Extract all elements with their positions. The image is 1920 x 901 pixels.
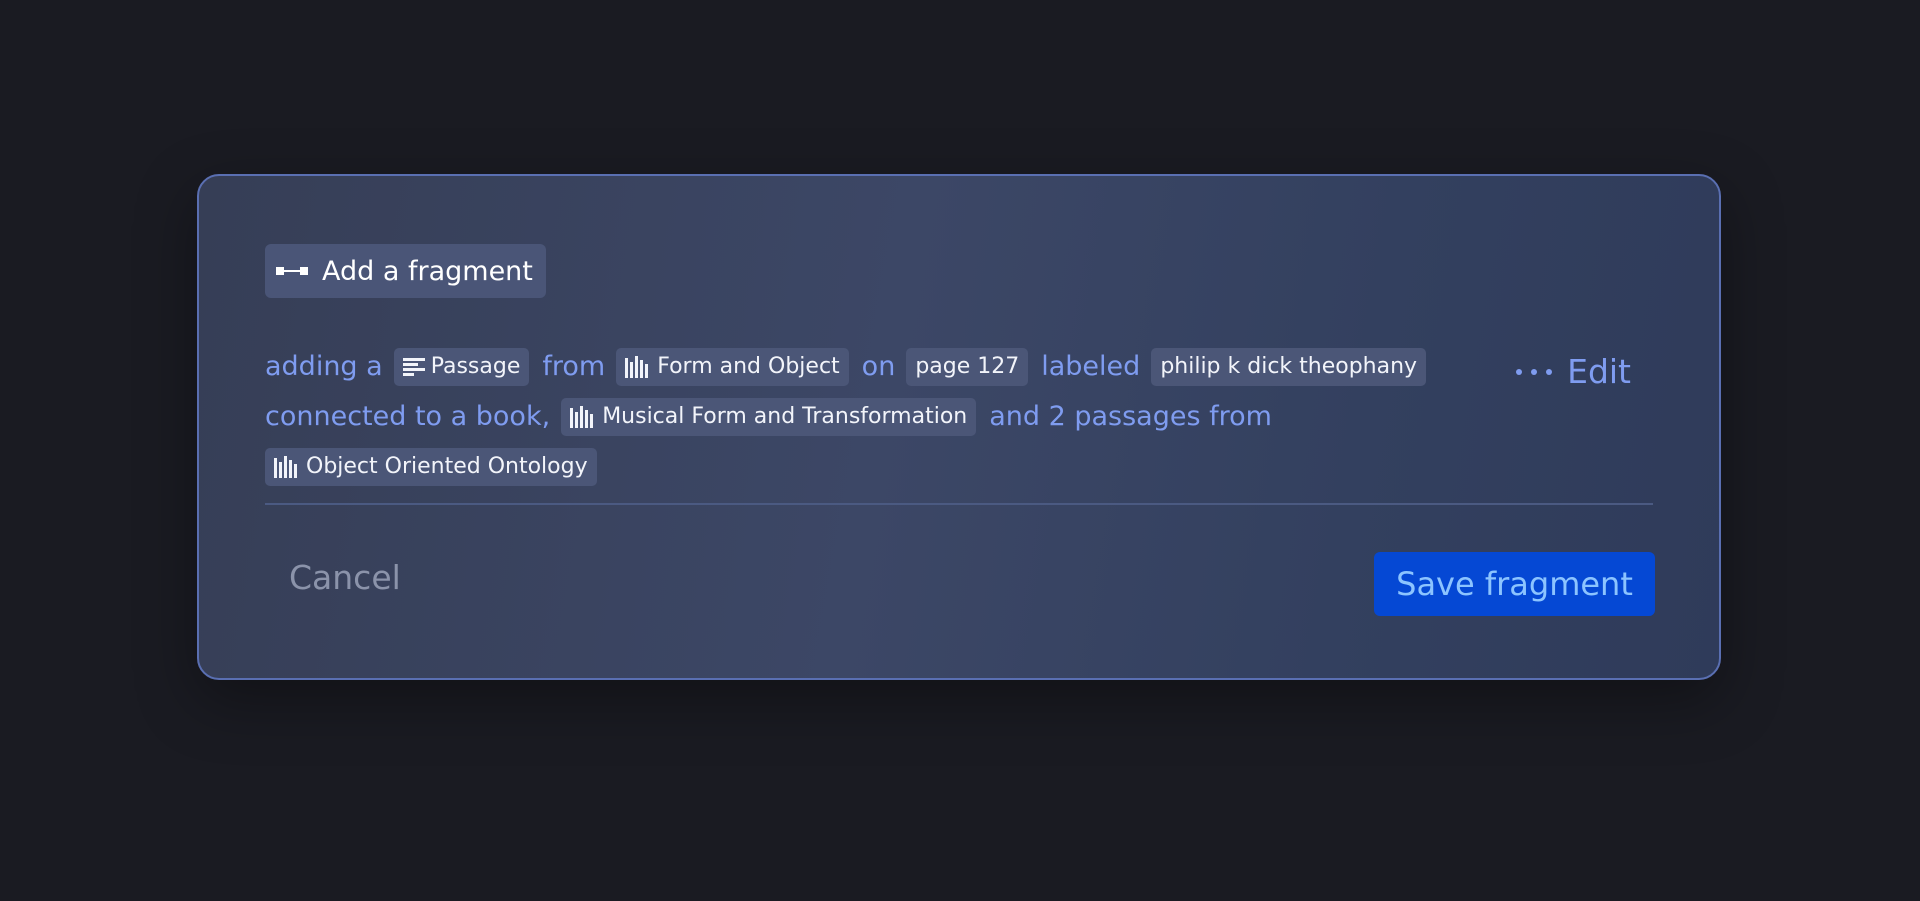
connector-word: connected to a book, [265, 401, 551, 432]
library-icon [570, 406, 596, 428]
chip-label: Musical Form and Transformation [602, 404, 968, 429]
chip-label: Form and Object [657, 354, 840, 379]
library-icon [274, 456, 300, 478]
chip-label: page 127 [915, 354, 1020, 379]
fragment-icon [276, 265, 308, 277]
source-chip-form-and-object[interactable]: Form and Object [616, 348, 849, 386]
add-fragment-dialog: Add a fragment adding a Passage from For… [197, 174, 1721, 680]
description-line-1: adding a Passage from Form and Object on… [265, 342, 1465, 392]
connector-word: adding a [265, 351, 383, 382]
fragment-description: adding a Passage from Form and Object on… [265, 342, 1465, 492]
page-chip[interactable]: page 127 [906, 348, 1029, 386]
connector-word: labeled [1041, 351, 1141, 382]
dialog-title: Add a fragment [265, 244, 546, 298]
description-line-3: Object Oriented Ontology [265, 442, 1465, 492]
divider [265, 503, 1653, 505]
chip-label: philip k dick theophany [1160, 354, 1418, 379]
book-chip-musical-form[interactable]: Musical Form and Transformation [561, 398, 977, 436]
type-chip-passage[interactable]: Passage [393, 348, 530, 386]
dialog-title-text: Add a fragment [322, 255, 533, 287]
edit-button[interactable]: Edit [1515, 352, 1631, 391]
label-chip[interactable]: philip k dick theophany [1151, 348, 1427, 386]
edit-label: Edit [1567, 352, 1631, 391]
more-dots-icon [1515, 368, 1553, 376]
passage-icon [402, 357, 425, 377]
chip-label: Object Oriented Ontology [306, 454, 588, 479]
library-icon [625, 356, 651, 378]
connector-word: from [542, 351, 606, 382]
save-fragment-button[interactable]: Save fragment [1374, 552, 1655, 616]
connector-word: and 2 passages from [989, 401, 1272, 432]
description-line-2: connected to a book, Musical Form and Tr… [265, 392, 1465, 442]
source-chip-object-oriented-ontology[interactable]: Object Oriented Ontology [265, 448, 597, 486]
chip-label: Passage [430, 354, 521, 379]
cancel-button[interactable]: Cancel [289, 558, 401, 597]
connector-word: on [861, 351, 896, 382]
